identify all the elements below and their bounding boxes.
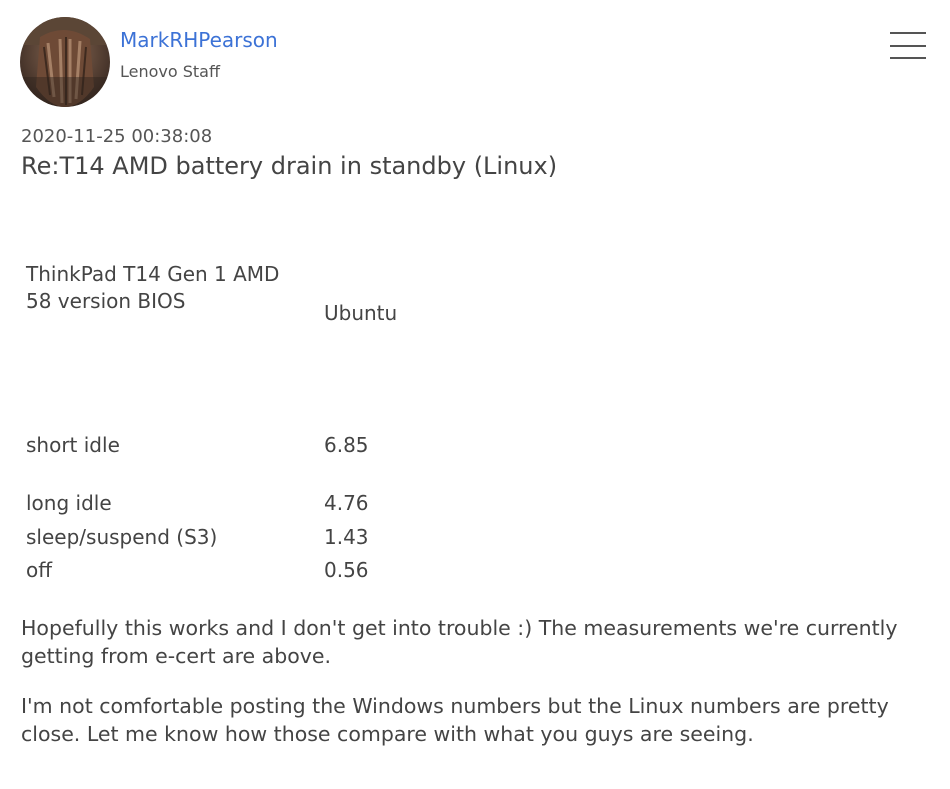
post-title: Re:T14 AMD battery drain in standby (Lin…: [21, 152, 558, 180]
hamburger-menu-icon[interactable]: [888, 30, 928, 62]
post-date: 2020-11-25 00:38:08: [21, 126, 213, 147]
device-specs: ThinkPad T14 Gen 1 AMD 58 version BIOS: [26, 261, 279, 315]
avatar-image: [20, 17, 110, 107]
menu-bar: [890, 57, 926, 59]
menu-bar: [890, 45, 926, 47]
post-author-header: MarkRHPearson Lenovo Staff: [20, 17, 278, 107]
post-paragraph: Hopefully this works and I don't get int…: [21, 616, 898, 668]
measurement-value: 1.43: [324, 525, 369, 549]
author-rank: Lenovo Staff: [120, 62, 221, 81]
menu-bar: [890, 32, 926, 34]
measurement-label: long idle: [26, 491, 112, 515]
device-model: ThinkPad T14 Gen 1 AMD: [26, 262, 280, 286]
post-paragraph: I'm not comfortable posting the Windows …: [21, 694, 889, 746]
measurement-value: 4.76: [324, 491, 369, 515]
os-column-header: Ubuntu: [324, 301, 398, 325]
measurement-label: off: [26, 558, 53, 582]
author-name-link[interactable]: MarkRHPearson: [120, 27, 278, 53]
measurement-label: sleep/suspend (S3): [26, 525, 218, 549]
avatar[interactable]: [20, 17, 110, 107]
author-info: MarkRHPearson Lenovo Staff: [120, 27, 278, 83]
measurement-value: 6.85: [324, 433, 369, 457]
measurement-value: 0.56: [324, 558, 369, 582]
bios-version: 58 version BIOS: [26, 289, 186, 313]
measurement-label: short idle: [26, 433, 120, 457]
